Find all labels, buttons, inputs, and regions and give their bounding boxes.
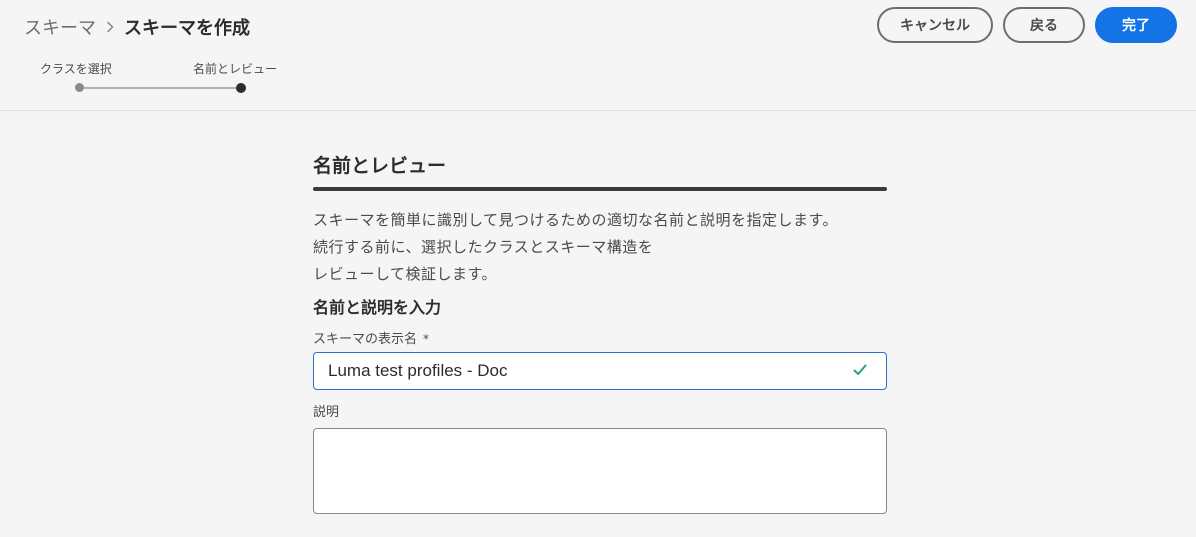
cancel-button[interactable]: キャンセル (877, 7, 993, 43)
page-title: スキーマを作成 (124, 18, 250, 39)
breadcrumb-schemas-link[interactable]: スキーマ (24, 14, 96, 40)
required-marker: * (423, 332, 430, 346)
finish-button[interactable]: 完了 (1095, 7, 1177, 43)
breadcrumb: スキーマ スキーマを作成 (24, 14, 250, 40)
step-dot-current (236, 83, 246, 93)
step-label-name-and-review: 名前とレビュー (193, 62, 278, 76)
section-description: スキーマを簡単に識別して見つけるための適切な名前と説明を指定します。 続行する前… (313, 207, 887, 288)
display-name-label: スキーマの表示名 * (313, 330, 887, 348)
chevron-right-icon (106, 18, 114, 37)
section-divider (313, 187, 887, 191)
description-line: 続行する前に、選択したクラスとスキーマ構造を (313, 238, 654, 256)
page-header: スキーマ スキーマを作成 キャンセル 戻る 完了 クラスを選択 名前とレビュー (0, 0, 1196, 111)
section-title: 名前とレビュー (313, 155, 447, 177)
step-dot-completed[interactable] (75, 83, 84, 92)
subsection-title: 名前と説明を入力 (313, 298, 442, 317)
display-name-input[interactable] (313, 352, 887, 390)
wizard-stepper: クラスを選択 名前とレビュー (0, 56, 320, 100)
header-actions: キャンセル 戻る 完了 (877, 7, 1177, 43)
checkmark-icon (853, 362, 867, 376)
back-button[interactable]: 戻る (1003, 7, 1085, 43)
display-name-label-text: スキーマの表示名 (313, 332, 418, 347)
description-textarea[interactable] (313, 428, 887, 514)
display-name-field-wrapper (313, 352, 887, 390)
main-content: 名前とレビュー スキーマを簡単に識別して見つけるための適切な名前と説明を指定しま… (313, 150, 887, 514)
description-label: 説明 (313, 405, 340, 420)
step-label-select-class[interactable]: クラスを選択 (40, 60, 112, 77)
stepper-track (80, 87, 240, 89)
description-line: スキーマを簡単に識別して見つけるための適切な名前と説明を指定します。 (313, 211, 839, 229)
description-line: レビューして検証します。 (313, 265, 498, 283)
